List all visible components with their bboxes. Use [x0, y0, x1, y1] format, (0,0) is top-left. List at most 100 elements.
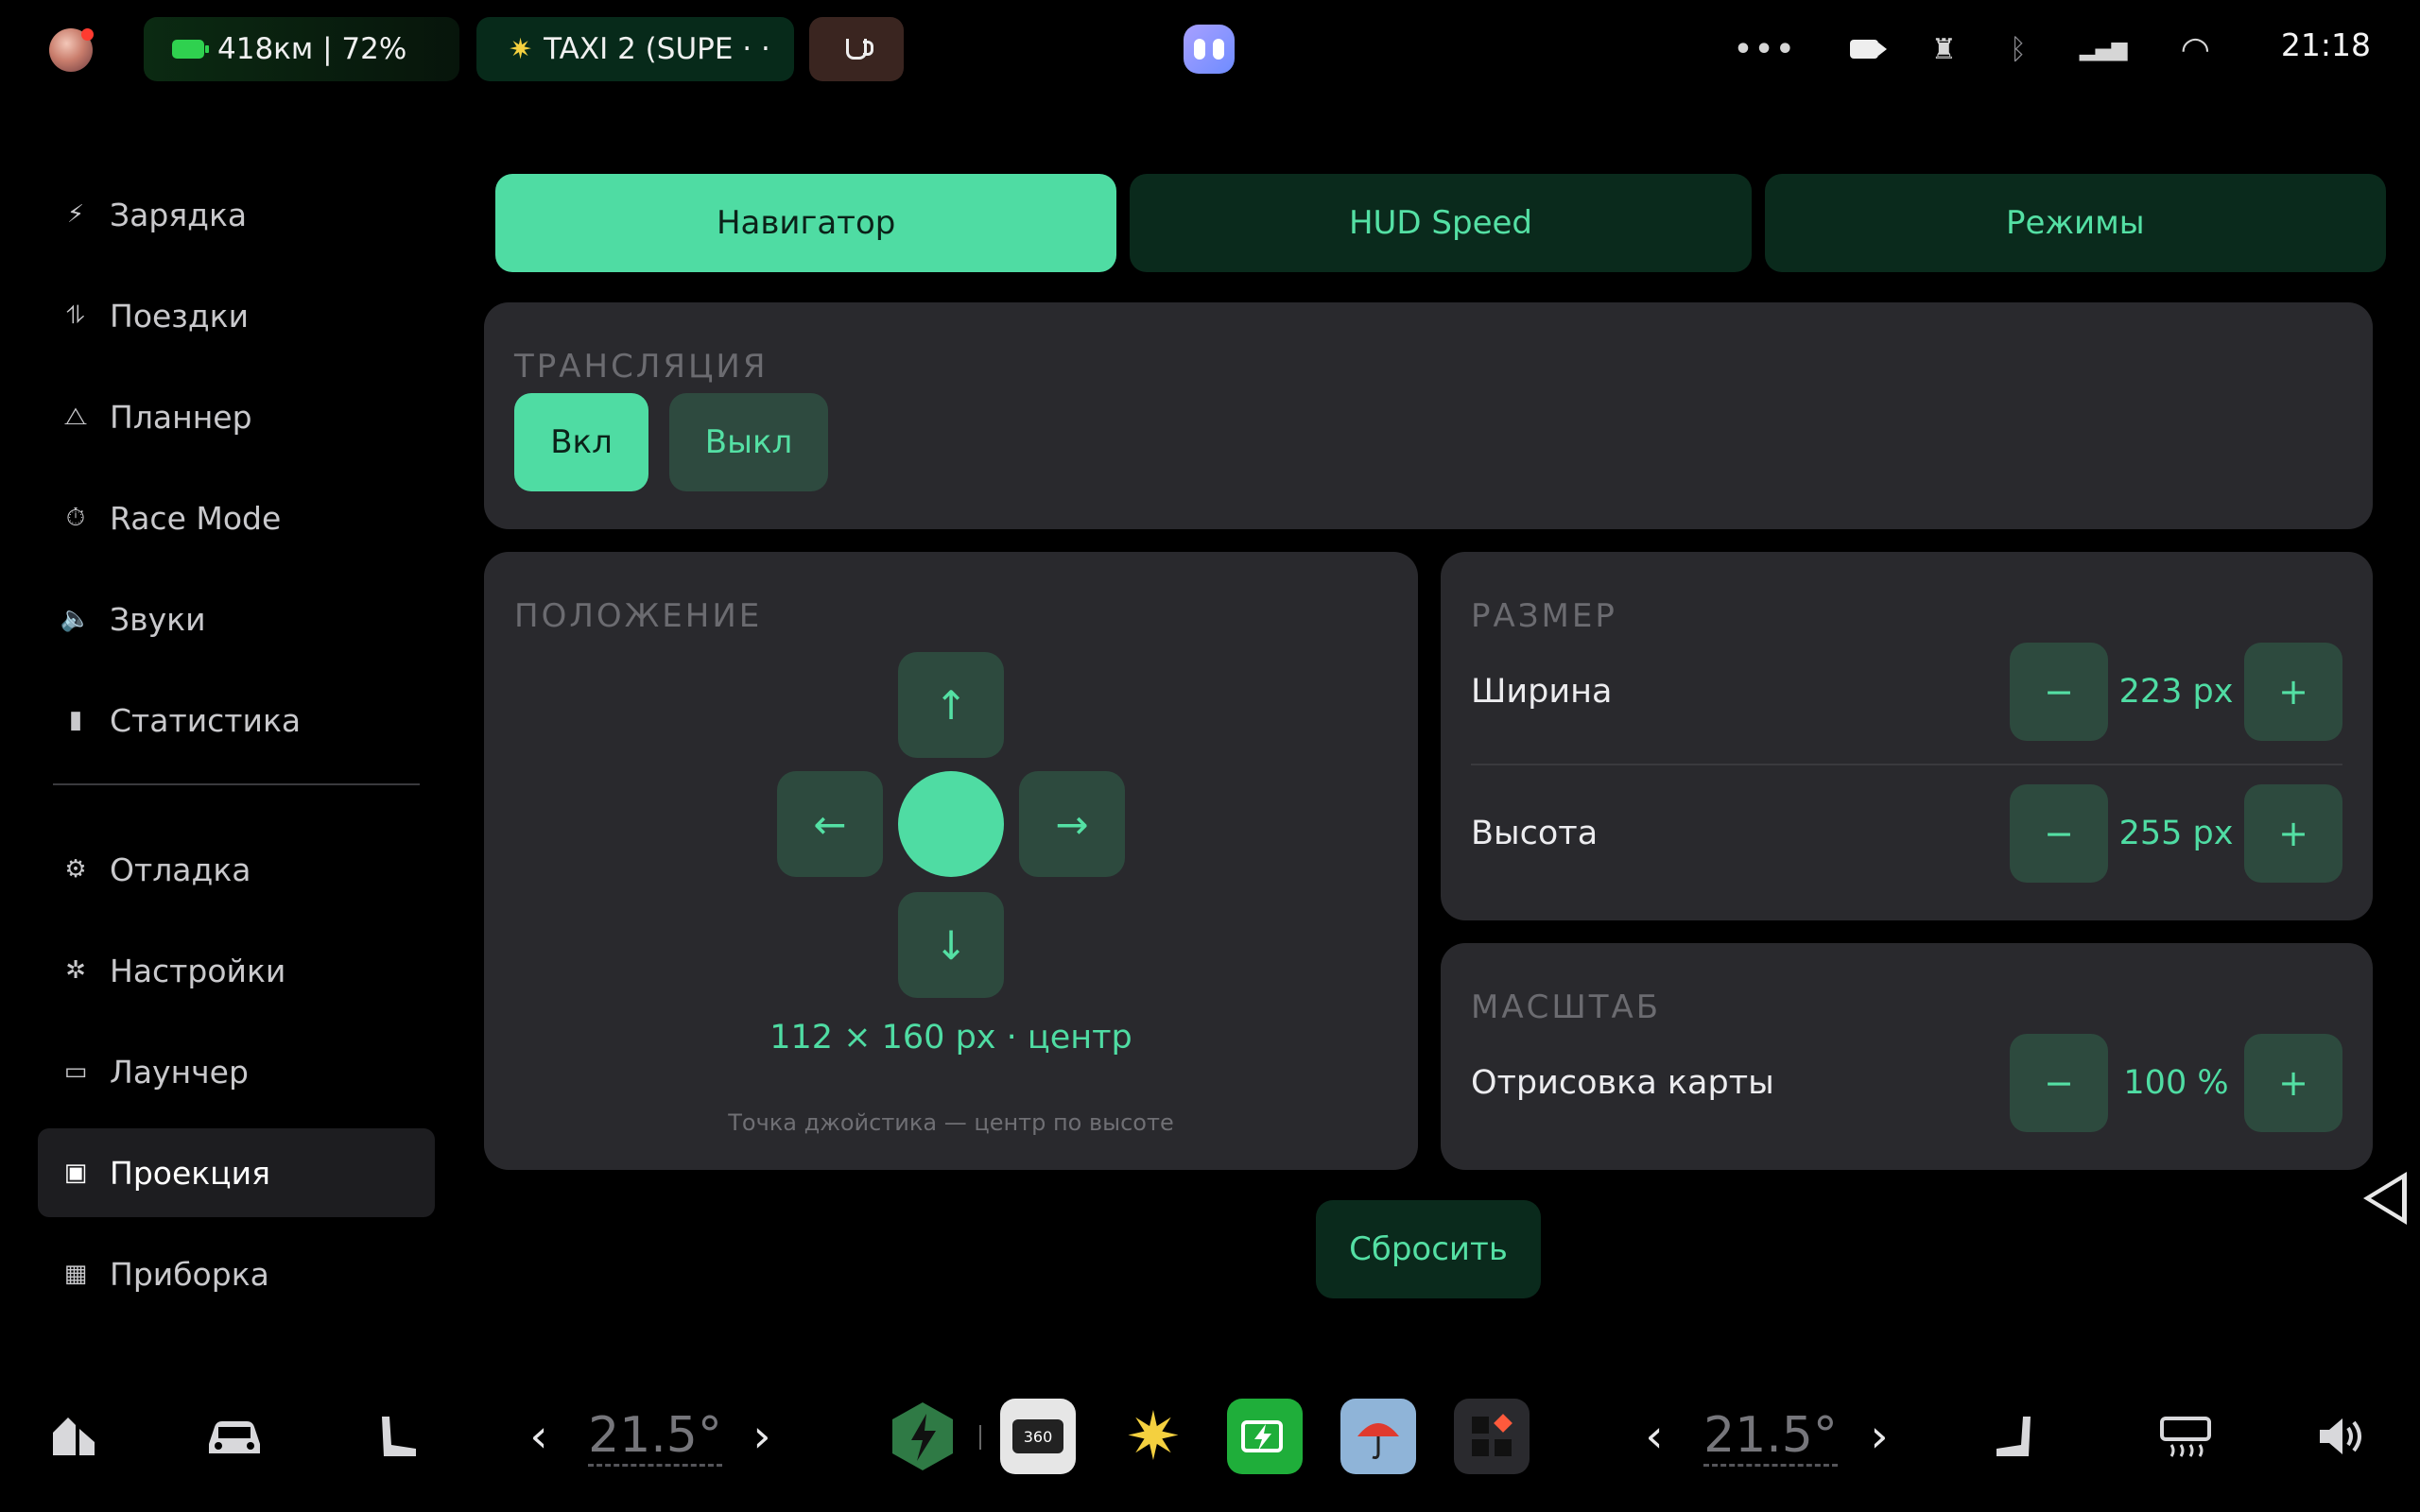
scale-value: 100 % [2123, 1064, 2229, 1102]
right-temp-value: 21.5° [1703, 1407, 1838, 1467]
card-title: МАСШТАБ [1471, 988, 1662, 1026]
camera-360-label: 360 [1012, 1419, 1063, 1453]
battery-range-text: 418км | 72% [217, 32, 407, 66]
camera-360-app-icon[interactable]: 360 [1000, 1399, 1076, 1474]
tab-hud-speed[interactable]: HUD Speed [1130, 174, 1752, 272]
height-increase-button[interactable]: + [2244, 784, 2342, 883]
right-temperature[interactable]: 21.5° [1703, 1399, 1838, 1474]
sidebar: ⚡ Зарядка ⥮ Поездки ⧍ Планнер ⏱ Race Mod… [38, 170, 435, 1331]
width-increase-button[interactable]: + [2244, 643, 2342, 741]
sidebar-item-sounds[interactable]: 🔈 Звуки [38, 575, 435, 663]
taxi-sun-icon: ✷ [509, 32, 533, 66]
battery-icon [172, 40, 209, 59]
car-icon[interactable] [200, 1399, 268, 1474]
move-left-button[interactable]: ← [777, 771, 883, 877]
energy-app-icon[interactable] [885, 1399, 960, 1474]
map-render-row: Отрисовка карты − 100 % + [1471, 1034, 2342, 1132]
assistant-face-icon[interactable] [1184, 25, 1235, 74]
sidebar-item-trips[interactable]: ⥮ Поездки [38, 271, 435, 360]
alarm-icon[interactable]: ♜ [1931, 33, 1957, 66]
umbrella-app-icon[interactable] [1340, 1399, 1416, 1474]
apps-grid-icon[interactable] [1454, 1399, 1530, 1474]
dock-separator [979, 1425, 981, 1450]
sidebar-item-label: Приборка [110, 1255, 269, 1293]
position-card: ПОЛОЖЕНИЕ ↑ ← → ↓ 112 × 160 px · центр Т… [484, 552, 1418, 1170]
coffee-cup-icon [846, 39, 873, 60]
width-value: 223 px [2118, 673, 2234, 711]
translation-off-button[interactable]: Выкл [669, 393, 828, 491]
sidebar-item-debug[interactable]: ⚙ Отладка [38, 825, 435, 914]
left-temperature[interactable]: 21.5° [588, 1399, 722, 1474]
right-temp-up-button[interactable]: › [1858, 1399, 1900, 1474]
height-decrease-button[interactable]: − [2010, 784, 2108, 883]
translation-on-button[interactable]: Вкл [514, 393, 648, 491]
sidebar-item-planner[interactable]: ⧍ Планнер [38, 372, 435, 461]
scale-decrease-button[interactable]: − [2010, 1034, 2108, 1132]
move-up-button[interactable]: ↑ [898, 652, 1004, 758]
status-bar: 418км | 72% ✷ TAXI 2 (SUPE · · ••• ♜ ᛒ ▂… [0, 0, 2420, 98]
sidebar-item-label: Поездки [110, 297, 250, 335]
rear-defrost-icon[interactable] [2152, 1399, 2220, 1474]
move-down-button[interactable]: ↓ [898, 892, 1004, 998]
wifi-icon: ◠ [2180, 29, 2210, 69]
launcher-icon: ▭ [63, 1057, 88, 1086]
sidebar-item-label: Отладка [110, 850, 251, 888]
sidebar-item-label: Планнер [110, 398, 252, 436]
charging-app-icon[interactable] [1227, 1399, 1303, 1474]
sun-app-icon[interactable]: ✷ [1115, 1398, 1191, 1475]
reset-button[interactable]: Сбросить [1316, 1200, 1541, 1298]
grid-icon: ▦ [63, 1260, 88, 1288]
sidebar-item-label: Звуки [110, 600, 206, 638]
passenger-seat-icon[interactable] [1985, 1399, 2046, 1474]
speaker-icon: 🔈 [60, 605, 92, 633]
sidebar-item-statistics[interactable]: ▮ Статистика [38, 676, 435, 765]
taxi-status-pill[interactable]: ✷ TAXI 2 (SUPE · · [476, 17, 794, 81]
taxi-status-text: TAXI 2 (SUPE · · [544, 32, 770, 66]
battery-range-pill[interactable]: 418км | 72% [144, 17, 459, 81]
sidebar-item-charging[interactable]: ⚡ Зарядка [38, 170, 435, 259]
height-row: Высота − 255 px + [1471, 784, 2342, 883]
camera-icon[interactable] [1849, 40, 1887, 59]
sidebar-item-settings[interactable]: ✲ Настройки [38, 926, 435, 1015]
sidebar-item-projection[interactable]: ▣ Проекция [38, 1128, 435, 1217]
card-title: РАЗМЕР [1471, 597, 1617, 635]
height-value: 255 px [2118, 815, 2234, 852]
sidebar-item-launcher[interactable]: ▭ Лаунчер [38, 1027, 435, 1116]
cellular-4g-icon: ▂▄▆ [2079, 37, 2128, 61]
gear-icon: ✲ [65, 956, 86, 985]
left-temp-down-button[interactable]: ‹ [518, 1399, 560, 1474]
car-front-icon[interactable] [42, 1399, 106, 1474]
sidebar-item-dashboard[interactable]: ▦ Приборка [38, 1229, 435, 1318]
clock: 21:18 [2280, 26, 2371, 63]
map-render-label: Отрисовка карты [1471, 1064, 1774, 1102]
bottom-dock: ‹ 21.5° › 360 ✷ ‹ 21.5° › [0, 1380, 2420, 1493]
left-temp-value: 21.5° [588, 1407, 722, 1467]
right-temp-down-button[interactable]: ‹ [1634, 1399, 1675, 1474]
sidebar-divider [53, 783, 420, 785]
back-triangle-icon[interactable] [2363, 1172, 2407, 1225]
card-title: ТРАНСЛЯЦИЯ [514, 348, 769, 386]
volume-icon[interactable] [2312, 1399, 2369, 1474]
lightning-icon: ⚡ [66, 200, 85, 229]
route-icon: ⥮ [66, 301, 85, 330]
tab-modes[interactable]: Режимы [1764, 174, 2386, 272]
driver-seat-icon[interactable] [367, 1399, 427, 1474]
coffee-pill[interactable] [809, 17, 904, 81]
position-readout: 112 × 160 px · центр [769, 1019, 1132, 1057]
bluetooth-icon[interactable]: ᛒ [2010, 33, 2027, 66]
sidebar-item-race-mode[interactable]: ⏱ Race Mode [38, 473, 435, 562]
move-right-button[interactable]: → [1019, 771, 1125, 877]
center-position-button[interactable] [898, 771, 1004, 877]
tab-navigator[interactable]: Навигатор [495, 174, 1117, 272]
notification-dot [81, 28, 94, 41]
sidebar-item-label: Статистика [110, 701, 302, 739]
chip-icon: ⚙ [64, 855, 87, 884]
projection-icon: ▣ [63, 1159, 88, 1187]
position-hint: Точка джойстика — центр по высоте [728, 1109, 1174, 1136]
left-temp-up-button[interactable]: › [741, 1399, 783, 1474]
width-decrease-button[interactable]: − [2010, 643, 2108, 741]
width-row: Ширина − 223 px + [1471, 643, 2342, 741]
more-dots-icon[interactable]: ••• [1734, 33, 1797, 66]
scale-increase-button[interactable]: + [2244, 1034, 2342, 1132]
card-title: ПОЛОЖЕНИЕ [514, 597, 763, 635]
